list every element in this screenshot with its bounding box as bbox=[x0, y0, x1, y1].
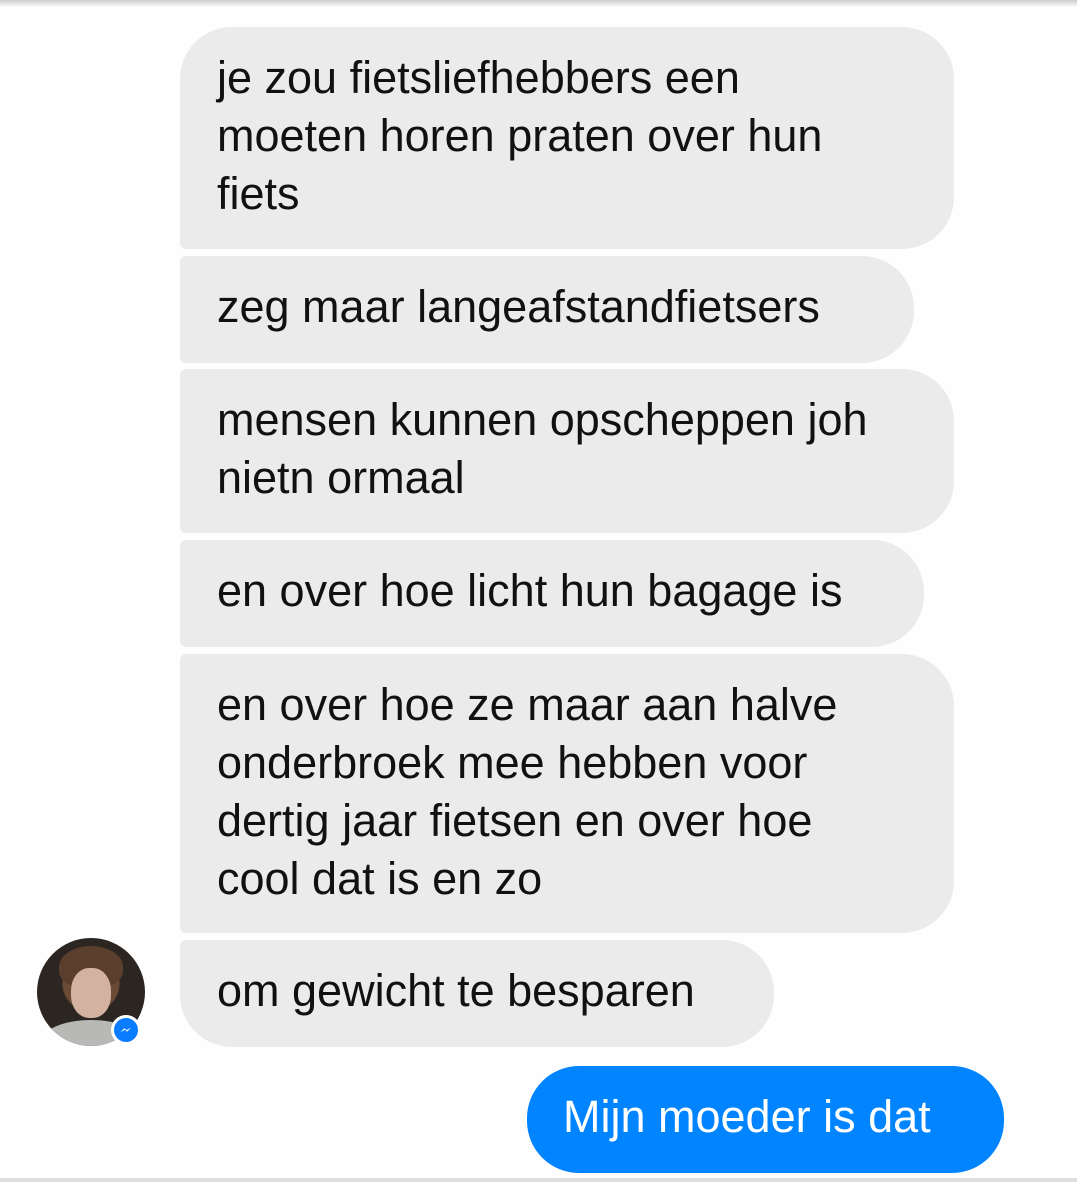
messenger-bolt-icon bbox=[120, 1027, 131, 1033]
top-divider bbox=[0, 0, 1077, 6]
messenger-icon bbox=[111, 1015, 141, 1045]
received-message[interactable]: mensen kunnen opscheppen joh nietn ormaa… bbox=[180, 369, 954, 533]
received-message[interactable]: om gewicht te besparen bbox=[180, 940, 774, 1047]
received-message[interactable]: je zou fietsliefhebbers een moeten horen… bbox=[180, 27, 954, 249]
received-message[interactable]: en over hoe licht hun bagage is bbox=[180, 540, 924, 647]
sent-message[interactable]: Mijn moeder is dat bbox=[527, 1066, 1004, 1173]
received-message[interactable]: zeg maar langeafstandfietsers bbox=[180, 256, 914, 363]
bottom-divider bbox=[0, 1178, 1077, 1182]
received-message[interactable]: en over hoe ze maar aan halve onderbroek… bbox=[180, 654, 954, 933]
avatar-face bbox=[71, 968, 111, 1018]
